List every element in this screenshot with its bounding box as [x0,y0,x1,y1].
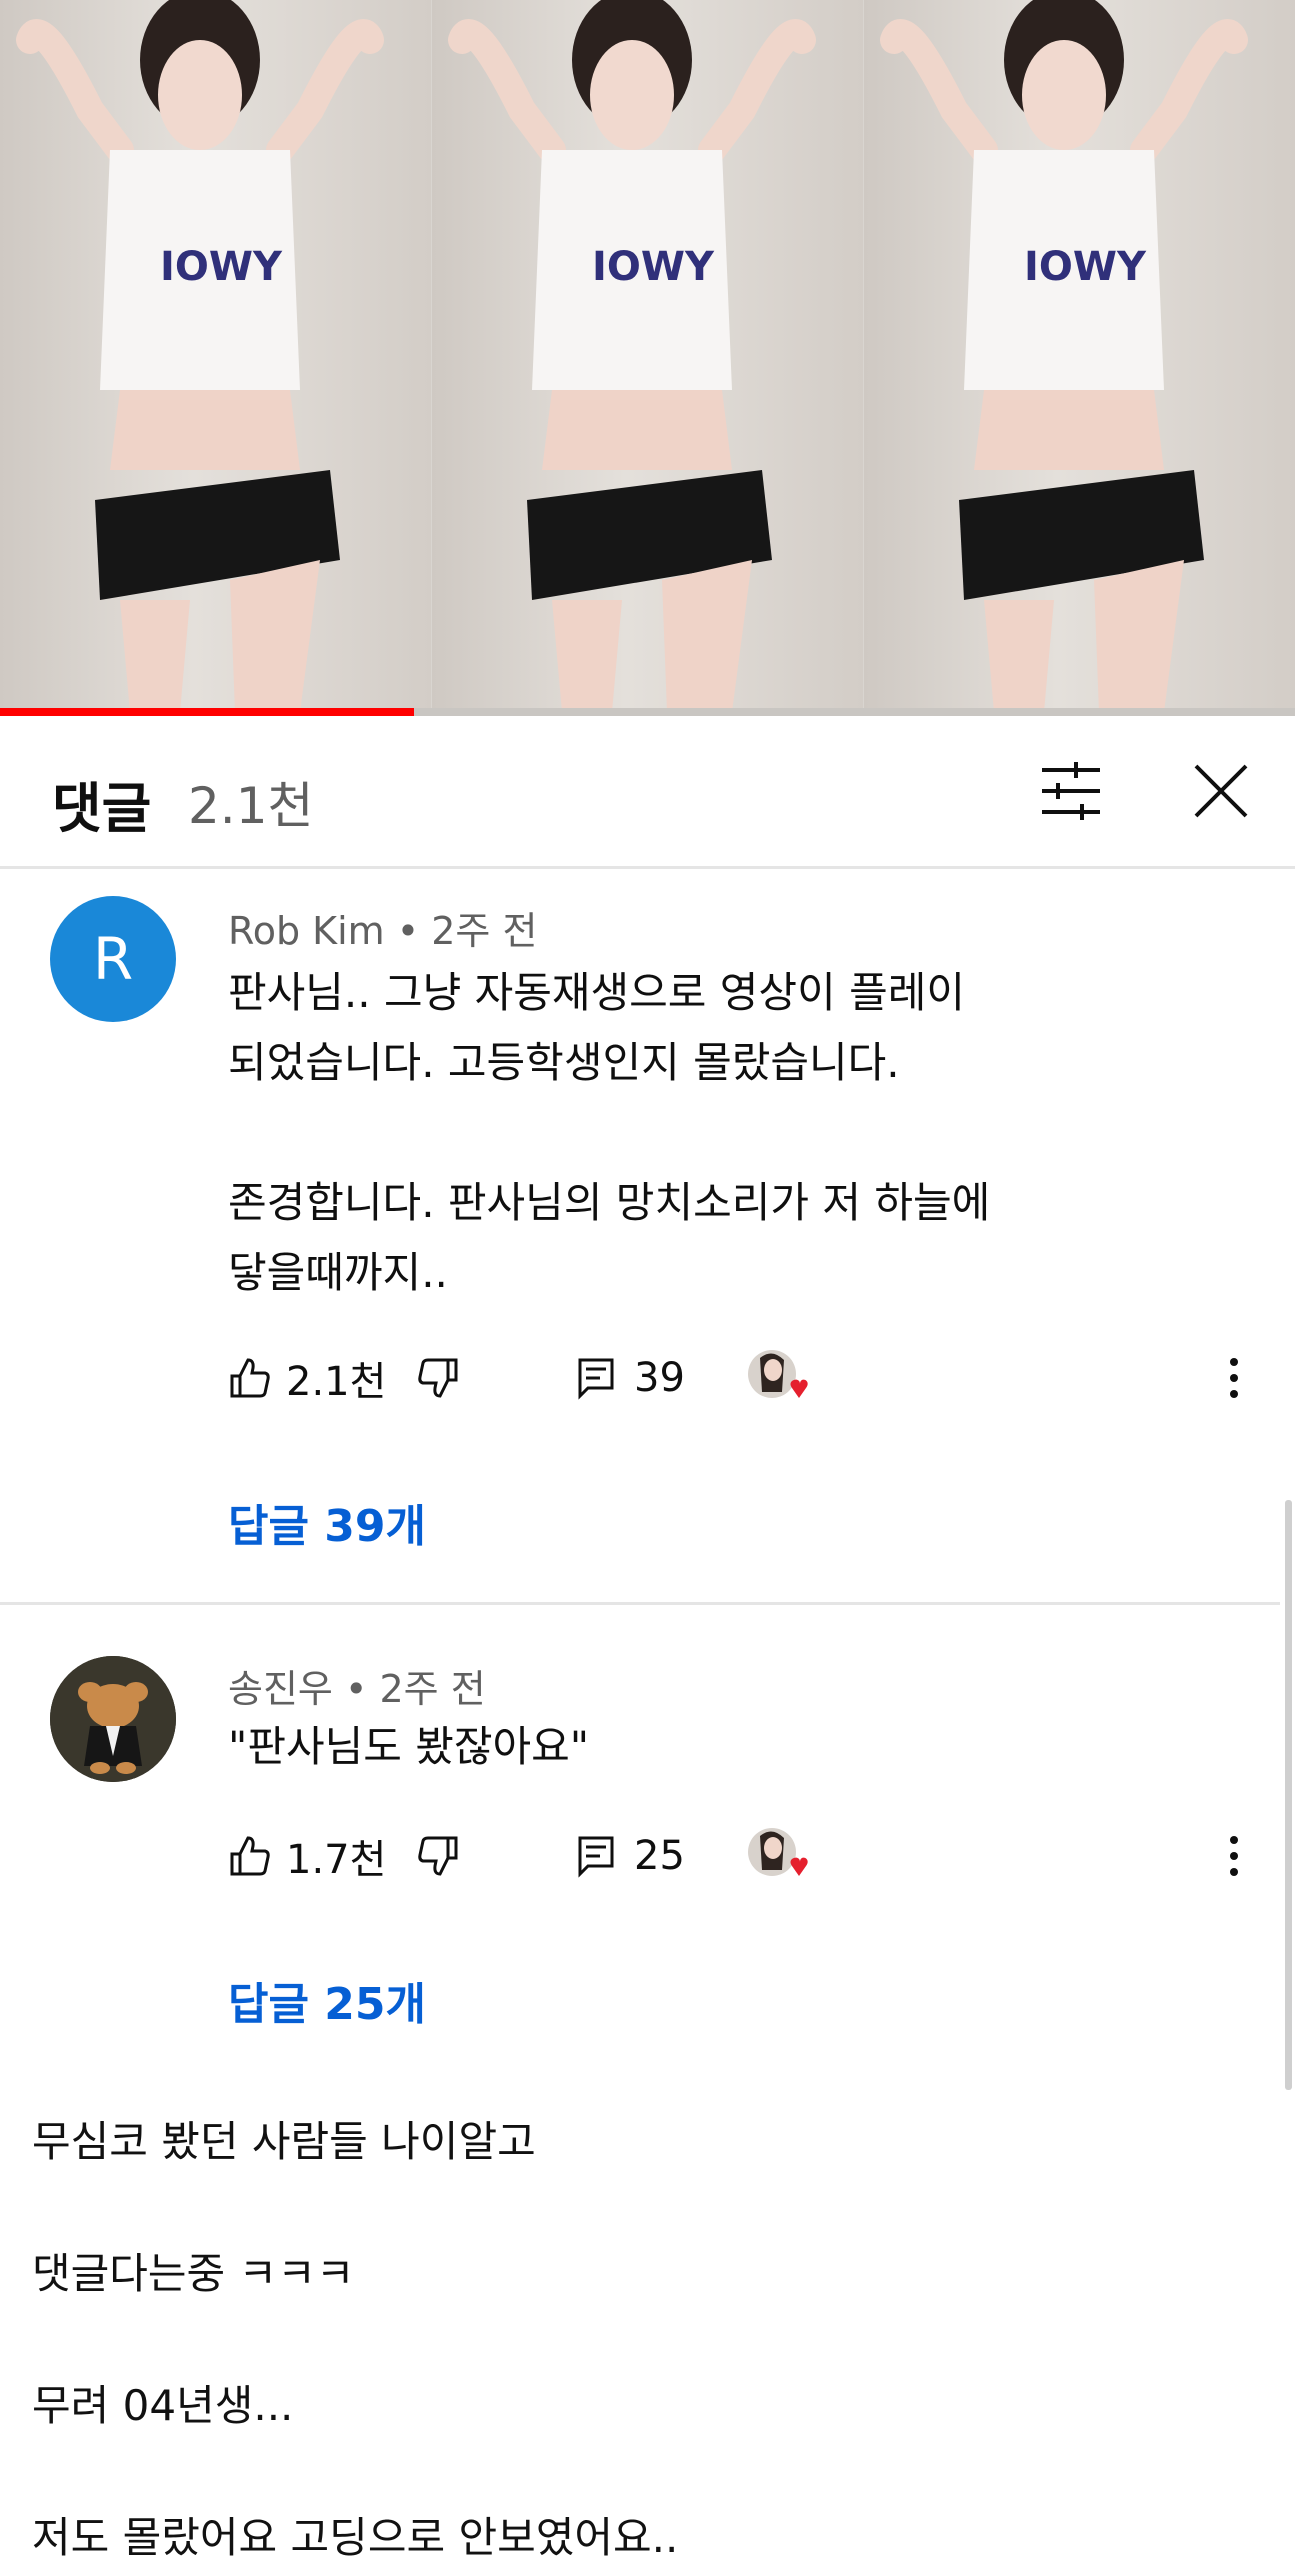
comment-author[interactable]: Rob Kim [228,909,385,953]
like-count: 2.1천 [286,1359,387,1405]
creator-heart [746,1826,810,1886]
reply-button[interactable]: 39 [576,1348,685,1408]
reply-count: 25 [634,1833,685,1879]
caption-line: 무심코 봤던 사람들 나이알고 [32,2117,536,2166]
reply-button[interactable]: 25 [576,1826,685,1886]
like-count: 1.7천 [286,1837,387,1883]
thumb-up-icon [230,1358,270,1398]
caption-line: 저도 몰랐어요 고딩으로 안보였어요.. [32,2513,679,2562]
avatar-image [50,1656,176,1782]
caption-line: 댓글다는중 ㅋㅋㅋ [32,2249,355,2298]
comment-icon [578,1358,614,1400]
replies-link[interactable]: 답글 25개 [228,1968,426,2032]
comment-meta: Rob Kim • 2주 전 [228,900,537,955]
scrollbar[interactable] [1285,1500,1292,2090]
more-options-icon[interactable] [1228,1348,1240,1408]
video-frame-center: IOWY [432,0,863,712]
svg-text:IOWY: IOWY [592,244,715,290]
reply-count: 39 [634,1355,685,1401]
comment-author[interactable]: 송진우 [228,1667,333,1711]
comment-actions: 1.7천 25 [228,1826,1268,1886]
comments-header: 댓글 2.1천 [0,716,1295,869]
comments-title: 댓글 [52,777,152,840]
close-icon[interactable] [1186,756,1256,826]
video-frame-left: IOWY [0,0,431,712]
comment-actions: 2.1천 39 [228,1348,1268,1408]
thumb-down-icon [418,1836,458,1876]
more-options-icon[interactable] [1228,1826,1240,1886]
comment-meta: 송진우 • 2주 전 [228,1658,486,1713]
video-player[interactable]: IOWY IOWY IOWY [0,0,1295,712]
creator-heart-icon [748,1828,808,1876]
svg-text:IOWY: IOWY [1024,244,1147,290]
video-frame-right: IOWY [864,0,1295,712]
comment-text: "판사님도 봤잖아요" [228,1722,590,1771]
caption-line: 무려 04년생... [32,2381,294,2430]
creator-heart [746,1348,810,1408]
meta-separator: • [396,909,432,953]
comment-icon [578,1836,614,1878]
creator-heart-icon [748,1350,808,1398]
avatar[interactable]: R [50,896,176,1022]
comment-time: 2주 전 [379,1667,486,1711]
comments-count: 2.1천 [188,777,314,835]
like-button[interactable]: 2.1천 [228,1348,386,1408]
thumb-down-icon [418,1358,458,1398]
replies-link[interactable]: 답글 39개 [228,1490,426,1554]
video-progress-fill [0,708,415,716]
thumb-up-icon [230,1836,270,1876]
svg-text:IOWY: IOWY [160,244,283,290]
video-progress-bar[interactable] [0,708,1295,716]
meta-separator: • [344,1667,380,1711]
like-button[interactable]: 1.7천 [228,1826,386,1886]
dislike-button[interactable] [416,1348,460,1408]
comment-text: 판사님.. 그냥 자동재생으로 영상이 플레이 되었습니다. 고등학생인지 몰랐… [228,968,991,1297]
avatar[interactable] [50,1656,176,1782]
avatar-letter: R [92,925,134,993]
comment-divider [0,1602,1280,1605]
dislike-button[interactable] [416,1826,460,1886]
comment-time: 2주 전 [431,909,538,953]
filter-sliders-icon[interactable] [1036,756,1106,826]
